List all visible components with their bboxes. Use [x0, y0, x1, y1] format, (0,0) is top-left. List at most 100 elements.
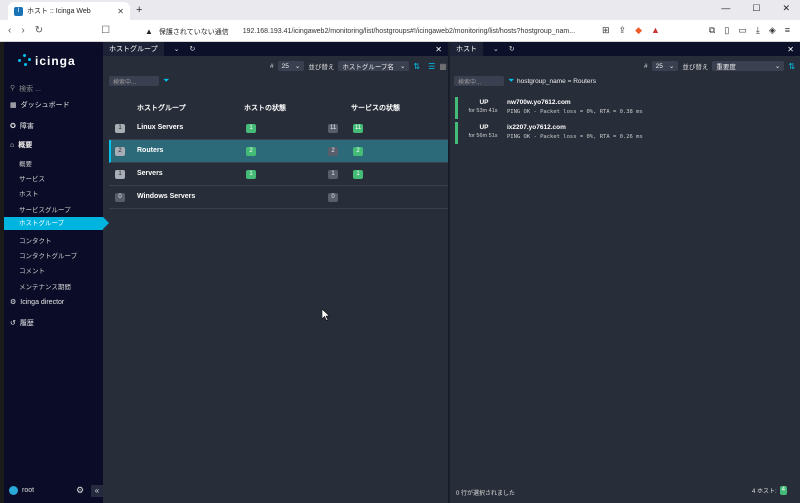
icinga-logo[interactable]: icinga [18, 54, 76, 68]
bookmark-icon[interactable]: ☐ [101, 25, 110, 36]
filter-icon[interactable]: ⏷ [163, 76, 169, 86]
sort-label: 並び替え [308, 64, 335, 71]
translate-icon[interactable]: ⊞ [602, 25, 610, 36]
refresh-icon[interactable]: ↻ [189, 45, 195, 53]
download-icon[interactable]: ⤓ [756, 25, 760, 36]
table-row[interactable]: 2 Routers 2 2 2 [109, 140, 448, 163]
share-icon[interactable]: ⇪ [619, 25, 627, 36]
security-status: 保護されていない通信 [158, 28, 229, 36]
list-item[interactable]: UP for 56m 51s ix2207.yo7612.com PING OK… [455, 122, 795, 144]
browser-tab[interactable]: I ホスト :: Icinga Web ✕ [8, 2, 130, 20]
sort-direction-icon[interactable]: ⇅ [788, 62, 795, 71]
col-host-state: ホストの状態 [244, 105, 286, 112]
hostgroup-name[interactable]: Servers [137, 170, 163, 177]
nav-director-label: Icinga director [20, 298, 65, 306]
new-tab-icon[interactable]: + [136, 4, 142, 16]
brave-shield-icon[interactable]: ◆ [635, 25, 642, 36]
tab-close-icon[interactable]: ✕ [117, 7, 124, 16]
subnav-contacts[interactable]: コンタクト [19, 235, 52, 245]
service-total-badge: 0 [328, 193, 338, 202]
active-filter[interactable]: hostgroup_name = Routers [517, 78, 596, 85]
service-ok-badge[interactable]: 2 [353, 147, 363, 156]
hostgroup-name[interactable]: Linux Servers [137, 124, 183, 131]
back-icon[interactable]: ‹ [8, 25, 11, 36]
extensions-icon[interactable]: ⧉ [709, 25, 715, 36]
host-count-badge: 0 [115, 193, 125, 202]
chevron-down-icon[interactable]: ⌄ [493, 45, 499, 53]
nav-history[interactable]: ↺ 履歴 [10, 318, 34, 328]
subnav-downtimes[interactable]: メンテナンス期間 [19, 281, 71, 291]
nav-director[interactable]: ⚙ Icinga director [10, 298, 65, 307]
host-name[interactable]: ix2207.yo7612.com [507, 124, 566, 131]
nav-overview[interactable]: ⌂ 概要 [10, 140, 32, 150]
service-total-badge: 1 [328, 170, 338, 179]
subnav-contactgroups[interactable]: コンタクトグループ [19, 250, 77, 260]
subnav-hostgroups[interactable]: ホストグループ [4, 217, 109, 230]
user-menu[interactable]: root [9, 486, 34, 495]
grid-view-icon[interactable]: ▦ [439, 62, 447, 71]
list-item[interactable]: UP for 53m 41s nw700w.yo7612.com PING OK… [455, 97, 795, 119]
subnav-hosts[interactable]: ホスト [19, 188, 39, 198]
window-controls: — ☐ ✕ [721, 3, 790, 14]
service-ok-badge[interactable]: 1 [353, 170, 363, 179]
settings-gear-icon[interactable]: ⚙ [76, 485, 84, 496]
limit-select[interactable]: 25 ⌄ [277, 61, 305, 71]
filter-icon[interactable]: ⏷ [508, 76, 514, 86]
minimize-icon[interactable]: — [721, 3, 730, 14]
sidebar-search[interactable]: ⚲ 検索 ... [10, 84, 41, 94]
state-duration: for 53m 41s [468, 108, 498, 114]
tab-hostgroups[interactable]: ホストグループ [103, 42, 164, 56]
menu-icon[interactable]: ≡ [785, 25, 790, 36]
forward-icon[interactable]: › [21, 25, 24, 36]
url-text[interactable]: 192.168.193.41/icingaweb2/monitoring/lis… [243, 28, 575, 35]
column-divider[interactable] [448, 42, 450, 503]
reload-icon[interactable]: ↻ [35, 25, 43, 36]
host-up-badge[interactable]: 2 [246, 147, 256, 156]
host-count-badge: 4 [779, 486, 788, 495]
chevron-down-icon: ⌄ [774, 63, 781, 70]
sort-select[interactable]: ホストグループ名 ⌄ [338, 61, 410, 71]
right-column-header: ホスト ⌄ ↻ ✕ [450, 42, 800, 56]
sidebar-search-input[interactable]: 検索 ... [19, 84, 41, 94]
close-window-icon[interactable]: ✕ [782, 3, 790, 14]
tab-title: ホスト :: Icinga Web [27, 8, 91, 15]
subnav-services[interactable]: サービス [19, 173, 45, 183]
history-icon: ↺ [10, 320, 16, 327]
table-row[interactable]: 1 Servers 1 1 1 [109, 163, 448, 186]
table-row[interactable]: 1 Linux Servers 1 11 11 [109, 117, 448, 140]
nav-dashboard[interactable]: ▦ ダッシュボード [10, 100, 70, 110]
limit-select[interactable]: 25 ⌄ [651, 61, 679, 71]
sidebar-toggle-icon[interactable]: ▯ [724, 25, 729, 36]
host-count-summary[interactable]: 4 ホスト: 4 [752, 486, 788, 495]
hostgroup-name[interactable]: Windows Servers [137, 193, 195, 200]
status-bar [455, 97, 458, 119]
host-name[interactable]: nw700w.yo7612.com [507, 99, 571, 106]
close-column-icon[interactable]: ✕ [787, 45, 794, 54]
hostgroup-name[interactable]: Routers [137, 147, 163, 154]
left-search-input[interactable]: 検索中... [109, 76, 159, 86]
service-ok-badge[interactable]: 11 [353, 124, 364, 133]
host-up-badge[interactable]: 1 [246, 170, 256, 179]
wallet-icon[interactable]: ▭ [738, 25, 747, 36]
list-view-icon[interactable]: ☰ [428, 62, 435, 71]
chevron-down-icon[interactable]: ⌄ [174, 45, 180, 53]
host-count-badge: 2 [115, 147, 125, 156]
subnav-overview[interactable]: 概要 [19, 158, 32, 168]
address-bar[interactable]: ▲ 保護されていない通信 192.168.193.41/icingaweb2/m… [145, 24, 605, 39]
vpn-icon[interactable]: ◈ [769, 25, 776, 36]
maximize-icon[interactable]: ☐ [752, 3, 760, 14]
collapse-sidebar-icon[interactable]: « [91, 485, 103, 497]
subnav-servicegroups[interactable]: サービスグループ [19, 204, 71, 214]
table-row[interactable]: 0 Windows Servers 0 [109, 186, 448, 209]
close-column-icon[interactable]: ✕ [435, 45, 442, 54]
host-up-badge[interactable]: 1 [246, 124, 256, 133]
nav-problems[interactable]: ✪ 障害 [10, 121, 34, 131]
subnav-comments[interactable]: コメント [19, 265, 45, 275]
sort-direction-icon[interactable]: ⇅ [413, 62, 420, 71]
logo-dots-icon [18, 54, 32, 68]
sort-select[interactable]: 重要度 ⌄ [712, 61, 785, 71]
right-search-input[interactable]: 検索中... [454, 76, 504, 86]
tab-hosts[interactable]: ホスト [450, 42, 483, 56]
brave-rewards-icon[interactable]: ▲ [651, 25, 660, 36]
refresh-icon[interactable]: ↻ [509, 45, 515, 53]
